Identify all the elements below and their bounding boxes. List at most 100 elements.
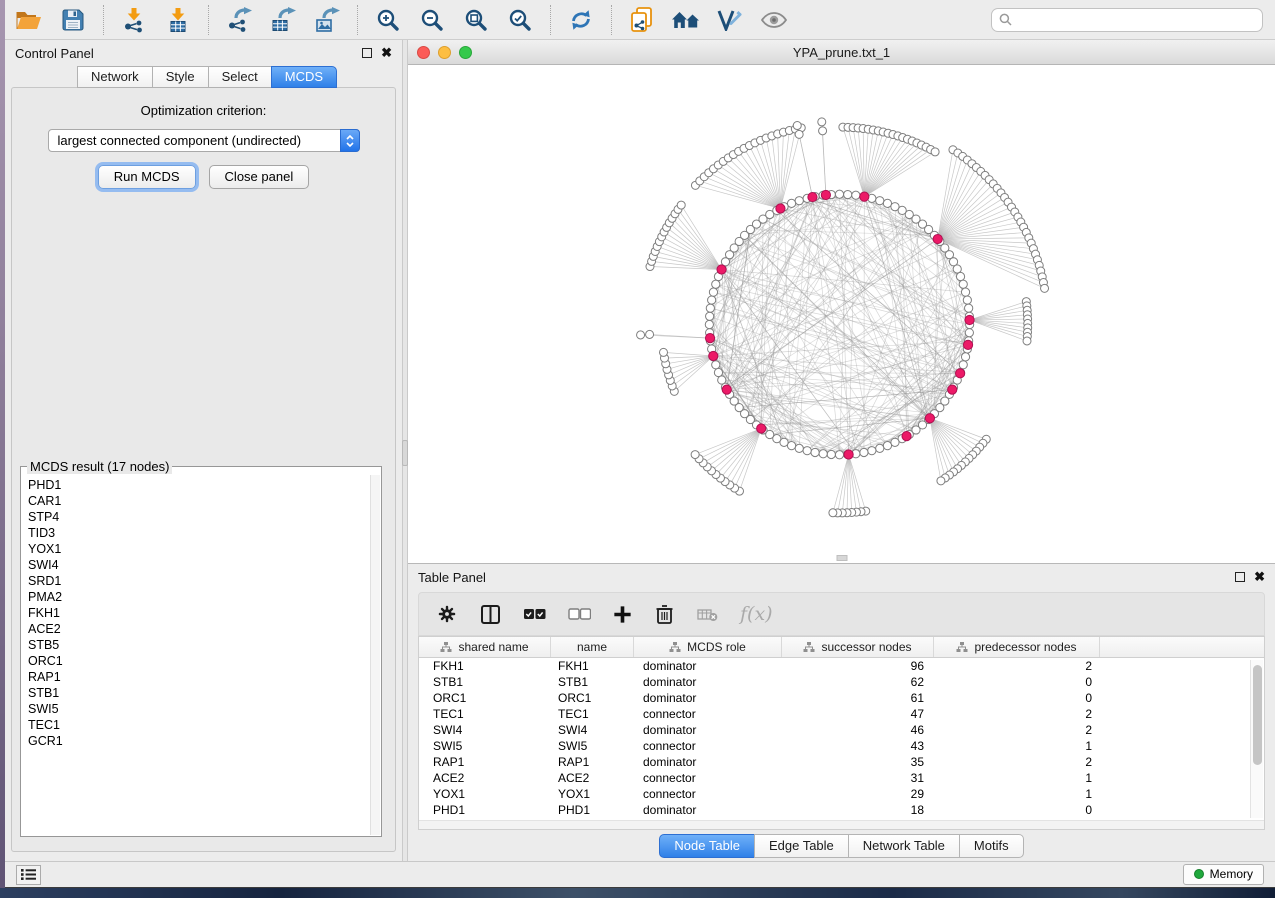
mcds-result-item[interactable]: TID3 <box>28 525 369 541</box>
cell-name[interactable]: ACE2 <box>551 771 634 785</box>
delete-column-button[interactable] <box>654 603 675 625</box>
mcds-result-item[interactable]: RAP1 <box>28 669 369 685</box>
cell-mcds-role[interactable]: dominator <box>634 659 782 673</box>
network-canvas[interactable] <box>408 65 1275 563</box>
zoom-out-button[interactable] <box>416 4 448 36</box>
open-file-button[interactable] <box>13 4 45 36</box>
table-tab[interactable]: Node Table <box>659 834 754 858</box>
table-row[interactable]: YOX1 YOX1 connector 29 1 <box>419 786 1264 802</box>
cell-predecessor-nodes[interactable]: 1 <box>934 787 1100 801</box>
table-tab[interactable]: Network Table <box>848 834 959 858</box>
cell-successor-nodes[interactable]: 31 <box>782 771 934 785</box>
table-row[interactable]: ORC1 ORC1 dominator 61 0 <box>419 690 1264 706</box>
table-row[interactable]: TEC1 TEC1 connector 47 2 <box>419 706 1264 722</box>
export-image-button[interactable] <box>311 4 343 36</box>
cell-successor-nodes[interactable]: 47 <box>782 707 934 721</box>
table-tab[interactable]: Motifs <box>959 834 1024 858</box>
maximize-window-icon[interactable] <box>459 46 472 59</box>
cell-name[interactable]: PHD1 <box>551 803 634 817</box>
mcds-result-item[interactable]: PMA2 <box>28 589 369 605</box>
table-options-button[interactable] <box>436 603 458 625</box>
cell-predecessor-nodes[interactable]: 1 <box>934 771 1100 785</box>
cell-mcds-role[interactable]: dominator <box>634 691 782 705</box>
cell-mcds-role[interactable]: connector <box>634 707 782 721</box>
mcds-result-item[interactable]: SRD1 <box>28 573 369 589</box>
cell-successor-nodes[interactable]: 18 <box>782 803 934 817</box>
cell-name[interactable]: ORC1 <box>551 691 634 705</box>
close-panel-button[interactable]: Close panel <box>209 165 310 189</box>
cell-successor-nodes[interactable]: 35 <box>782 755 934 769</box>
cell-predecessor-nodes[interactable]: 2 <box>934 723 1100 737</box>
cell-name[interactable]: STB1 <box>551 675 634 689</box>
table-row[interactable]: RAP1 RAP1 dominator 35 2 <box>419 754 1264 770</box>
search-input[interactable] <box>1016 12 1255 28</box>
column-header[interactable]: MCDS role <box>634 637 782 657</box>
cell-name[interactable]: YOX1 <box>551 787 634 801</box>
mcds-result-item[interactable]: STB5 <box>28 637 369 653</box>
export-network-button[interactable] <box>223 4 255 36</box>
cell-mcds-role[interactable]: dominator <box>634 723 782 737</box>
import-network-button[interactable] <box>118 4 150 36</box>
memory-button[interactable]: Memory <box>1183 864 1264 885</box>
cell-shared-name[interactable]: YOX1 <box>419 787 551 801</box>
cell-successor-nodes[interactable]: 96 <box>782 659 934 673</box>
mcds-result-item[interactable]: PHD1 <box>28 477 369 493</box>
hide-graphics-button[interactable] <box>758 4 790 36</box>
mcds-result-item[interactable]: TEC1 <box>28 717 369 733</box>
table-horizontal-scrollbar[interactable] <box>419 820 1264 829</box>
cell-predecessor-nodes[interactable]: 0 <box>934 803 1100 817</box>
column-header[interactable]: successor nodes <box>782 637 934 657</box>
vizmapper-button[interactable] <box>714 4 746 36</box>
close-window-icon[interactable] <box>417 46 430 59</box>
column-header[interactable]: predecessor nodes <box>934 637 1100 657</box>
cell-name[interactable]: SWI5 <box>551 739 634 753</box>
cell-mcds-role[interactable]: connector <box>634 739 782 753</box>
result-list-scrollbar[interactable] <box>370 475 380 835</box>
mcds-result-item[interactable]: GCR1 <box>28 733 369 749</box>
cell-mcds-role[interactable]: connector <box>634 787 782 801</box>
cell-mcds-role[interactable]: dominator <box>634 803 782 817</box>
cell-name[interactable]: RAP1 <box>551 755 634 769</box>
cell-successor-nodes[interactable]: 62 <box>782 675 934 689</box>
table-tab[interactable]: Edge Table <box>754 834 848 858</box>
table-row[interactable]: STB1 STB1 dominator 62 0 <box>419 674 1264 690</box>
cell-predecessor-nodes[interactable]: 0 <box>934 675 1100 689</box>
export-table-button[interactable] <box>267 4 299 36</box>
deselect-all-columns-button[interactable] <box>568 607 591 621</box>
search-box[interactable] <box>991 8 1263 32</box>
cell-successor-nodes[interactable]: 61 <box>782 691 934 705</box>
cell-shared-name[interactable]: PHD1 <box>419 803 551 817</box>
task-history-button[interactable] <box>16 865 41 885</box>
run-mcds-button[interactable]: Run MCDS <box>98 165 196 189</box>
cell-mcds-role[interactable]: connector <box>634 771 782 785</box>
criterion-select[interactable]: largest connected component (undirected) <box>48 129 360 152</box>
control-panel-tab[interactable]: Style <box>152 66 208 88</box>
network-graph[interactable] <box>408 65 1275 563</box>
cell-predecessor-nodes[interactable]: 0 <box>934 691 1100 705</box>
cell-successor-nodes[interactable]: 29 <box>782 787 934 801</box>
mcds-result-item[interactable]: ACE2 <box>28 621 369 637</box>
home-button[interactable] <box>670 4 702 36</box>
scrollbar-thumb[interactable] <box>1253 665 1262 765</box>
table-row[interactable]: SWI4 SWI4 dominator 46 2 <box>419 722 1264 738</box>
mcds-result-item[interactable]: FKH1 <box>28 605 369 621</box>
cell-shared-name[interactable]: FKH1 <box>419 659 551 673</box>
control-panel-tab[interactable]: MCDS <box>271 66 337 88</box>
import-table-button[interactable] <box>162 4 194 36</box>
select-all-columns-button[interactable] <box>523 607 546 621</box>
cell-shared-name[interactable]: SWI5 <box>419 739 551 753</box>
table-row[interactable]: ACE2 ACE2 connector 31 1 <box>419 770 1264 786</box>
cell-successor-nodes[interactable]: 43 <box>782 739 934 753</box>
control-panel-tab[interactable]: Select <box>208 66 271 88</box>
mcds-result-item[interactable]: STP4 <box>28 509 369 525</box>
zoom-selected-button[interactable] <box>504 4 536 36</box>
float-panel-icon[interactable] <box>362 48 372 58</box>
create-column-button[interactable] <box>613 605 632 624</box>
cell-predecessor-nodes[interactable]: 1 <box>934 739 1100 753</box>
mcds-result-item[interactable]: SWI5 <box>28 701 369 717</box>
cell-shared-name[interactable]: ACE2 <box>419 771 551 785</box>
table-row[interactable]: SWI5 SWI5 connector 43 1 <box>419 738 1264 754</box>
mcds-result-item[interactable]: SWI4 <box>28 557 369 573</box>
cell-successor-nodes[interactable]: 46 <box>782 723 934 737</box>
mcds-result-item[interactable]: STB1 <box>28 685 369 701</box>
